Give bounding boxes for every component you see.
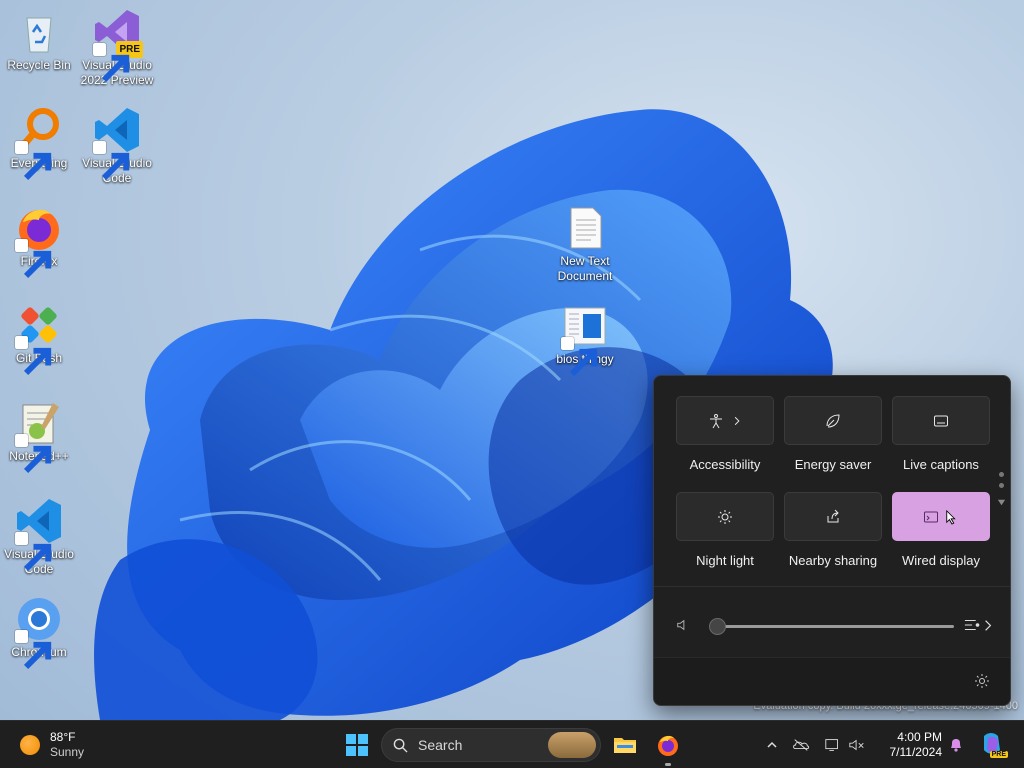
volume-row [676, 614, 994, 638]
chevron-down-icon[interactable] [997, 498, 1006, 507]
night-light-tile[interactable] [676, 492, 774, 541]
desktop-icon-notepadpp[interactable]: Notepad++ [0, 399, 78, 474]
chevron-right-icon[interactable] [984, 619, 992, 632]
taskbar-clock[interactable]: 4:00 PM 7/11/2024 [878, 730, 943, 760]
shortcut-arrow-icon [15, 239, 52, 279]
weather-condition: Sunny [50, 745, 85, 759]
desktop-icon-label: Recycle Bin [7, 58, 71, 72]
page-indicator[interactable] [997, 472, 1006, 512]
desktop-icon-recycle-bin[interactable]: Recycle Bin [0, 8, 78, 73]
sun-icon [718, 509, 732, 524]
mouse-cursor-icon [946, 509, 956, 525]
firefox-icon [658, 735, 678, 756]
search-highlight-image [548, 732, 596, 758]
recycle-bin-icon [26, 17, 52, 53]
file-explorer-icon [614, 738, 636, 753]
tile-label: Nearby sharing [788, 553, 878, 568]
clock-date: 7/11/2024 [889, 745, 943, 759]
shortcut-arrow-icon [561, 337, 598, 377]
system-tray [760, 721, 866, 768]
search-placeholder: Search [418, 737, 463, 753]
start-button[interactable] [340, 727, 374, 763]
tile-night-light-wrap: Night light [676, 492, 774, 568]
tile-nearby-sharing-wrap: Nearby sharing [784, 492, 882, 568]
weather-widget[interactable]: 88°F Sunny [20, 729, 84, 761]
shortcut-arrow-icon [15, 630, 52, 670]
chevron-up-icon[interactable] [766, 739, 778, 751]
running-indicator [665, 763, 671, 766]
taskbar: 88°F Sunny Search 4:00 PM 7/11/2024 PRE [0, 720, 1024, 768]
nearby-sharing-tile[interactable] [784, 492, 882, 541]
desktop-icon-bios-thingy[interactable]: bios thingy [546, 302, 624, 377]
text-document-icon [570, 207, 602, 249]
captions-icon [934, 415, 948, 426]
energy-saver-tile[interactable] [784, 396, 882, 445]
desktop-icon-label: New Text Document [557, 254, 613, 283]
copilot-button[interactable]: PRE [978, 730, 1008, 758]
quick-settings-footer [654, 657, 1010, 705]
shortcut-arrow-icon [15, 336, 52, 376]
taskbar-search-box[interactable]: Search [381, 728, 601, 762]
tile-label: Night light [696, 553, 754, 568]
wired-display-tile[interactable] [892, 492, 990, 541]
tile-energy-saver-wrap: Energy saver [784, 396, 882, 472]
tile-label: Energy saver [794, 457, 872, 472]
network-icon[interactable] [824, 737, 842, 753]
notification-bell-icon[interactable] [948, 737, 964, 753]
tile-live-captions-wrap: Live captions [892, 396, 990, 472]
audio-mixer-icon[interactable] [964, 617, 982, 633]
search-icon [393, 738, 408, 753]
desktop-icon-vscode-2[interactable]: Visual Studio Code [0, 497, 78, 577]
gear-icon[interactable] [974, 673, 990, 689]
tile-label: Live captions [903, 457, 979, 472]
copilot-pre-badge: PRE [989, 751, 1008, 758]
clock-time: 4:00 PM [897, 730, 942, 744]
accessibility-icon [710, 413, 722, 428]
shortcut-arrow-icon [93, 43, 130, 83]
shortcut-arrow-icon [15, 141, 52, 181]
desktop-icon-everything[interactable]: Everything [0, 106, 78, 181]
cast-icon [924, 511, 938, 522]
divider [654, 586, 1010, 587]
file-explorer-button[interactable] [608, 727, 642, 763]
desktop-icon-visual-studio-preview[interactable]: PRE Visual Studio 2022 Preview [78, 8, 156, 88]
desktop-icon-vscode[interactable]: Visual Studio Code [78, 106, 156, 186]
share-icon [827, 509, 839, 522]
tile-accessibility-wrap: Accessibility [676, 396, 774, 472]
quick-settings-panel: Accessibility Energy saver Live captions… [653, 375, 1011, 706]
page-dot[interactable] [998, 483, 1004, 488]
leaf-icon [826, 413, 840, 427]
shortcut-arrow-icon [93, 141, 130, 181]
live-captions-tile[interactable] [892, 396, 990, 445]
shortcut-arrow-icon [15, 532, 52, 572]
desktop-icon-firefox[interactable]: Firefox [0, 204, 78, 279]
speaker-icon[interactable] [676, 618, 690, 632]
start-icon [346, 734, 368, 756]
onedrive-offline-icon[interactable] [792, 737, 810, 753]
weather-temperature: 88°F [50, 730, 76, 744]
volume-slider-track[interactable] [718, 625, 954, 628]
desktop-icon-chromium[interactable]: Chromium [0, 595, 78, 670]
firefox-taskbar-button[interactable] [651, 727, 685, 763]
sunny-icon [20, 735, 40, 755]
tile-wired-display-wrap: Wired display [892, 492, 990, 568]
tile-label: Wired display [901, 553, 981, 568]
tile-label: Accessibility [689, 457, 761, 472]
page-dot[interactable] [998, 472, 1004, 477]
desktop-icon-new-text-document[interactable]: New Text Document [546, 204, 624, 284]
desktop-icon-git-bash[interactable]: Git Bash [0, 301, 78, 376]
volume-slider-thumb[interactable] [709, 618, 726, 635]
chevron-right-icon[interactable] [732, 416, 742, 426]
shortcut-arrow-icon [15, 434, 52, 474]
accessibility-tile[interactable] [676, 396, 774, 445]
volume-muted-icon[interactable] [848, 737, 866, 753]
